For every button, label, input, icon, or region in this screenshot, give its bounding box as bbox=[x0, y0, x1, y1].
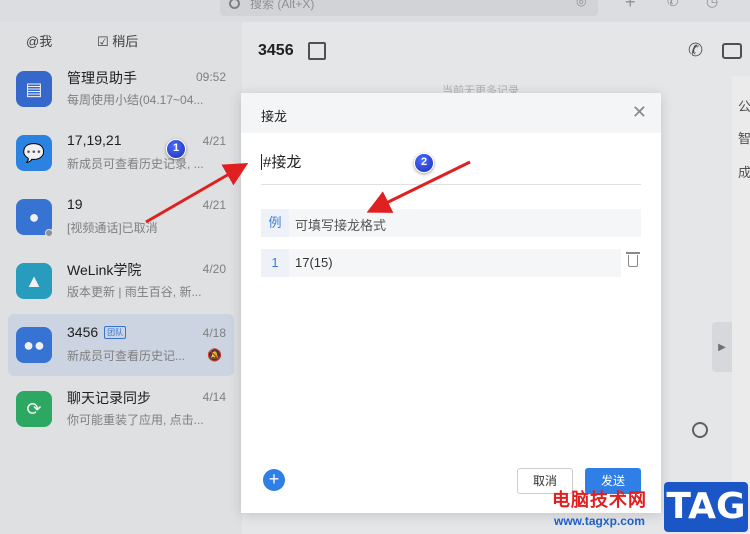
watermark-url: www.tagxp.com bbox=[554, 514, 645, 528]
callout-2: 2 bbox=[414, 153, 434, 173]
callout-1: 1 bbox=[166, 139, 186, 159]
watermark-site: 电脑技术网 bbox=[552, 490, 647, 510]
annotation-arrows bbox=[145, 160, 471, 224]
watermark: 电脑技术网 www.tagxp.com bbox=[550, 486, 670, 534]
arrow-1 bbox=[145, 163, 249, 224]
tag-logo: TAG bbox=[664, 482, 748, 532]
